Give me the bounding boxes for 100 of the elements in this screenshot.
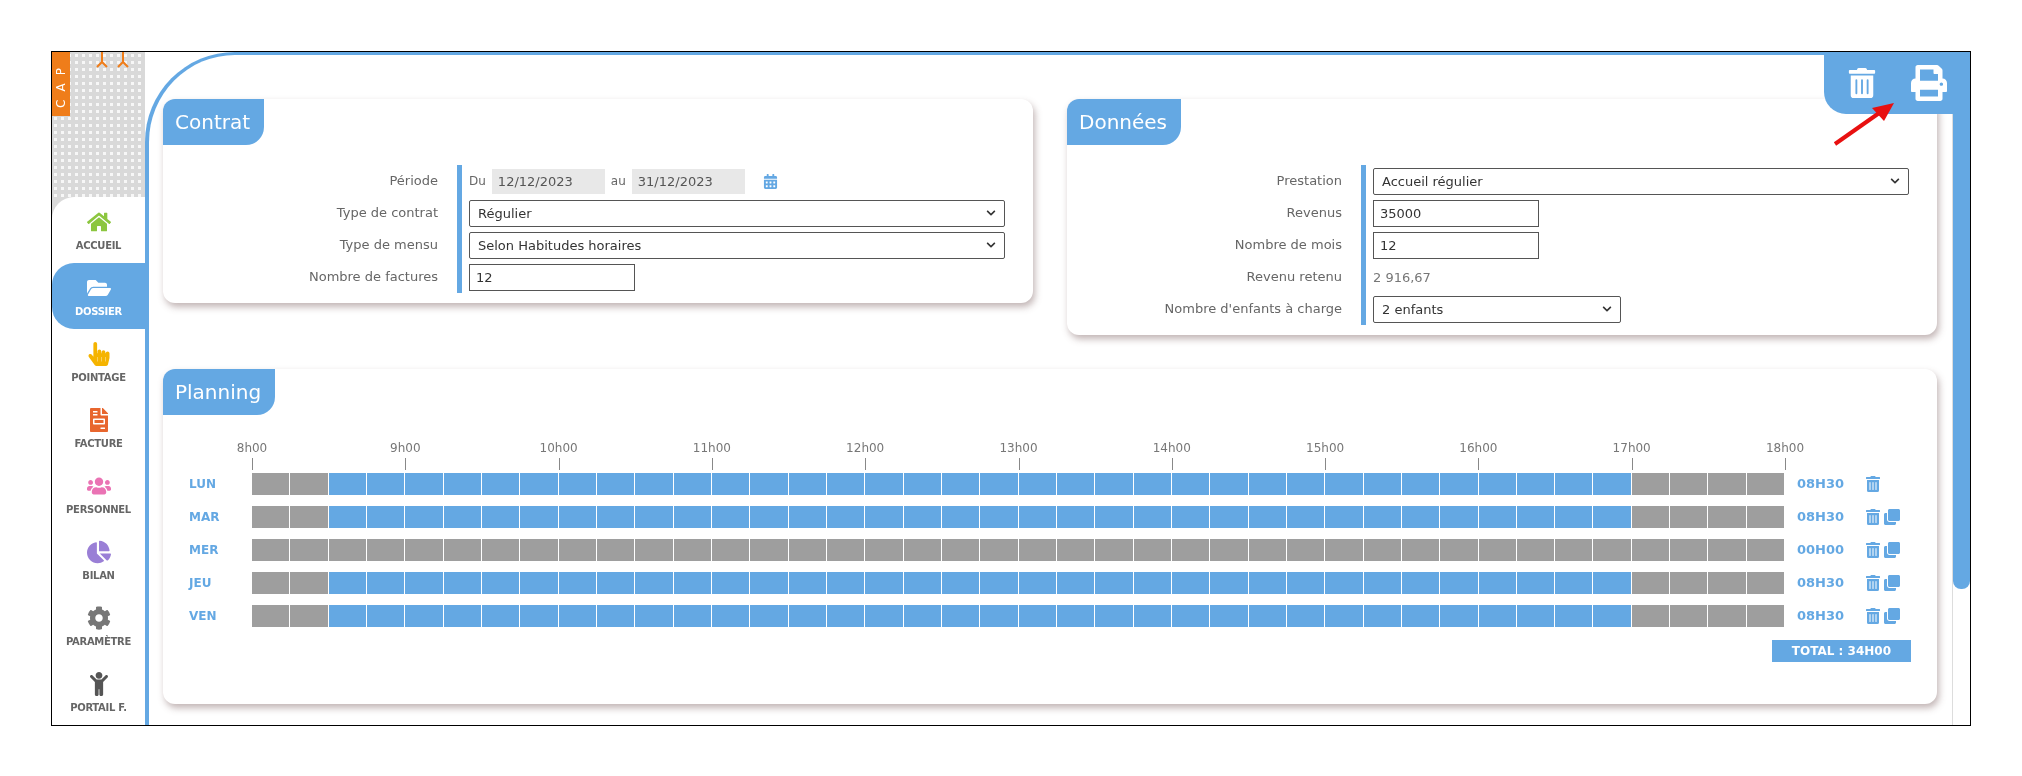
sidebar-item[interactable]: PERSONNEL	[52, 461, 145, 527]
time-slot[interactable]	[481, 505, 520, 528]
time-slot[interactable]	[443, 505, 481, 528]
time-slot[interactable]	[903, 604, 941, 627]
time-slot[interactable]	[443, 571, 481, 594]
time-slot[interactable]	[1095, 604, 1133, 627]
time-slot[interactable]	[1210, 571, 1248, 594]
time-slot[interactable]	[1286, 472, 1325, 495]
delete-button[interactable]	[1865, 574, 1881, 591]
copy-button[interactable]	[1884, 607, 1900, 624]
time-slot[interactable]	[1478, 505, 1516, 528]
time-slot[interactable]	[826, 571, 865, 594]
time-slot[interactable]	[596, 604, 635, 627]
time-slot[interactable]	[1401, 538, 1440, 561]
time-slot[interactable]	[596, 538, 635, 561]
time-slot[interactable]	[1593, 604, 1631, 627]
time-slot[interactable]	[1325, 472, 1363, 495]
time-slot[interactable]	[1248, 505, 1286, 528]
time-slot[interactable]	[1670, 505, 1708, 528]
time-slot[interactable]	[903, 472, 941, 495]
time-slot[interactable]	[1631, 571, 1670, 594]
time-slot[interactable]	[252, 604, 290, 627]
time-slot[interactable]	[1363, 604, 1401, 627]
time-slot[interactable]	[1478, 538, 1516, 561]
time-slot[interactable]	[941, 505, 980, 528]
time-slot[interactable]	[1248, 472, 1286, 495]
time-slot[interactable]	[252, 505, 290, 528]
time-slot[interactable]	[980, 472, 1018, 495]
time-slot[interactable]	[290, 538, 328, 561]
time-slot[interactable]	[596, 472, 635, 495]
time-slot[interactable]	[558, 571, 596, 594]
sidebar-item[interactable]: FACTURE	[52, 395, 145, 461]
date-field[interactable]: 31/12/2023	[631, 168, 745, 194]
time-slot[interactable]	[252, 571, 290, 594]
time-slot[interactable]	[1018, 472, 1056, 495]
time-slot[interactable]	[1670, 571, 1708, 594]
delete-button[interactable]	[1865, 508, 1881, 525]
time-slot[interactable]	[1133, 604, 1171, 627]
scrollbar-thumb[interactable]	[1953, 114, 1970, 589]
copy-button[interactable]	[1884, 574, 1900, 591]
time-slot[interactable]	[596, 571, 635, 594]
time-slot[interactable]	[865, 538, 903, 561]
time-slot[interactable]	[788, 472, 826, 495]
time-slot[interactable]	[1210, 505, 1248, 528]
time-slot[interactable]	[252, 538, 290, 561]
time-slot[interactable]	[750, 538, 788, 561]
time-slot[interactable]	[405, 604, 443, 627]
time-slot[interactable]	[1746, 604, 1785, 627]
time-slot[interactable]	[1171, 571, 1210, 594]
select-field[interactable]: Accueil régulier	[1373, 167, 1909, 195]
time-slot[interactable]	[481, 472, 520, 495]
time-slot[interactable]	[1440, 538, 1478, 561]
time-slot[interactable]	[290, 571, 328, 594]
time-slot[interactable]	[1401, 505, 1440, 528]
time-slot[interactable]	[1516, 505, 1555, 528]
time-slot[interactable]	[1708, 571, 1746, 594]
time-slot[interactable]	[1171, 472, 1210, 495]
time-slot[interactable]	[328, 505, 366, 528]
time-slot[interactable]	[1440, 472, 1478, 495]
time-slot[interactable]	[635, 505, 673, 528]
time-slot[interactable]	[826, 538, 865, 561]
time-slot[interactable]	[1056, 505, 1095, 528]
time-slot[interactable]	[1363, 571, 1401, 594]
time-slot[interactable]	[328, 538, 366, 561]
time-slot[interactable]	[673, 538, 711, 561]
time-slot[interactable]	[711, 505, 750, 528]
time-slot[interactable]	[635, 472, 673, 495]
input-field[interactable]: 12	[469, 263, 635, 291]
input-field[interactable]: 35000	[1373, 199, 1539, 227]
time-slot[interactable]	[826, 604, 865, 627]
time-slot[interactable]	[865, 472, 903, 495]
time-slot[interactable]	[826, 505, 865, 528]
time-slot[interactable]	[290, 604, 328, 627]
time-slot[interactable]	[328, 604, 366, 627]
time-slot[interactable]	[1555, 538, 1593, 561]
delete-button[interactable]	[1847, 68, 1877, 98]
sidebar-item[interactable]: POINTAGE	[52, 329, 145, 395]
time-slot[interactable]	[1286, 604, 1325, 627]
time-slot[interactable]	[1708, 505, 1746, 528]
time-slot[interactable]	[1133, 505, 1171, 528]
time-slot[interactable]	[1555, 571, 1593, 594]
time-slot[interactable]	[1746, 505, 1785, 528]
sidebar-item[interactable]: PORTAIL F.	[52, 659, 145, 725]
time-slot[interactable]	[443, 472, 481, 495]
time-slot[interactable]	[1631, 538, 1670, 561]
time-slot[interactable]	[941, 472, 980, 495]
time-slot[interactable]	[1018, 505, 1056, 528]
time-slot[interactable]	[481, 604, 520, 627]
sidebar-item[interactable]: BILAN	[52, 527, 145, 593]
time-slot[interactable]	[367, 571, 405, 594]
time-slot[interactable]	[1171, 505, 1210, 528]
time-slot[interactable]	[1593, 472, 1631, 495]
time-slot[interactable]	[328, 472, 366, 495]
time-slot[interactable]	[1516, 472, 1555, 495]
time-slot[interactable]	[1593, 505, 1631, 528]
time-slot[interactable]	[1095, 505, 1133, 528]
time-slot[interactable]	[558, 472, 596, 495]
delete-button[interactable]	[1865, 607, 1881, 624]
time-slot[interactable]	[481, 571, 520, 594]
time-slot[interactable]	[1171, 538, 1210, 561]
